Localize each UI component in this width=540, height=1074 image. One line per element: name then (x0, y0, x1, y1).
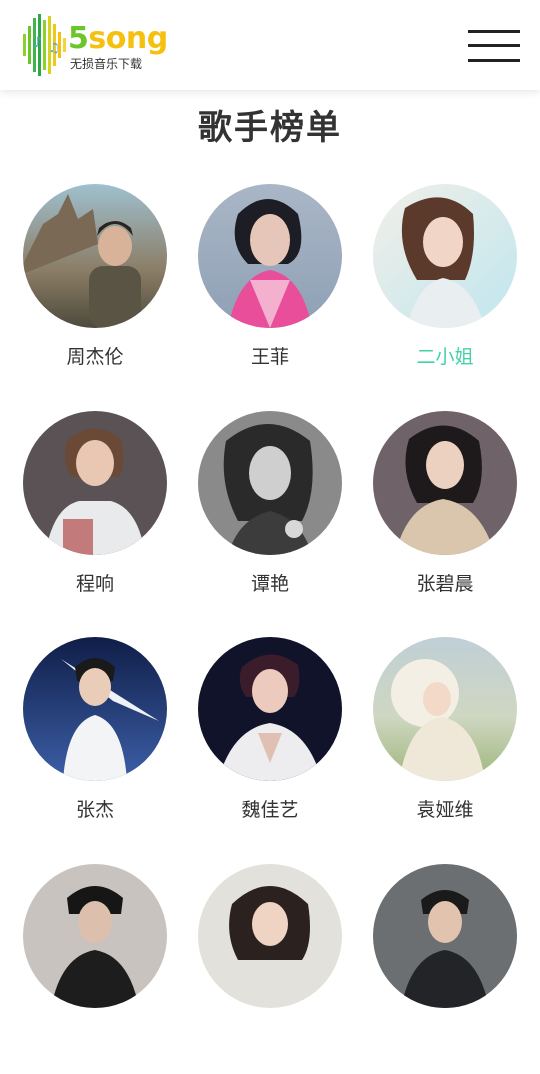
artist-name[interactable]: 王菲 (190, 345, 350, 369)
artist-avatar[interactable] (198, 637, 342, 781)
logo-equalizer-icon (23, 14, 66, 76)
artist-item[interactable]: 二小姐 (365, 184, 525, 394)
artist-photo (23, 637, 167, 781)
artist-item[interactable]: 魏佳艺 (190, 637, 350, 847)
artist-name[interactable]: 周杰伦 (15, 345, 175, 369)
artist-item[interactable]: 谭艳 (190, 411, 350, 621)
artist-name[interactable]: 袁娅维 (365, 798, 525, 822)
music-note-icon: ♪ (33, 35, 42, 51)
artist-item[interactable] (190, 864, 350, 1074)
artist-avatar[interactable] (23, 864, 167, 1008)
artist-avatar[interactable] (23, 411, 167, 555)
artist-name[interactable]: 二小姐 (365, 345, 525, 369)
artist-name[interactable]: 张杰 (15, 798, 175, 822)
artist-name[interactable]: 魏佳艺 (190, 798, 350, 822)
artist-photo (198, 864, 342, 1008)
artist-photo (373, 864, 517, 1008)
artist-photo (23, 411, 167, 555)
artist-photo (373, 411, 517, 555)
artist-item[interactable]: 程响 (15, 411, 175, 621)
artist-avatar[interactable] (23, 184, 167, 328)
hamburger-menu-icon[interactable] (466, 28, 522, 64)
menu-bar (468, 44, 520, 47)
artist-photo (373, 637, 517, 781)
logo-tagline: 无损音乐下载 (70, 57, 143, 71)
artist-name[interactable]: 张碧晨 (365, 572, 525, 596)
music-note-icon: ♫ (48, 41, 60, 56)
artist-avatar[interactable] (373, 637, 517, 781)
artist-name[interactable]: 程响 (15, 572, 175, 596)
artist-avatar[interactable] (198, 411, 342, 555)
artist-avatar[interactable] (198, 864, 342, 1008)
artist-item[interactable] (365, 864, 525, 1074)
page-title: 歌手榜单 (198, 108, 342, 148)
artist-avatar[interactable] (373, 864, 517, 1008)
artist-item[interactable]: 周杰伦 (15, 184, 175, 394)
artist-photo (23, 184, 167, 328)
artist-photo (198, 637, 342, 781)
logo-wordmark: 5song (68, 22, 168, 56)
artist-name[interactable]: 谭艳 (190, 572, 350, 596)
artist-item[interactable]: 张碧晨 (365, 411, 525, 621)
artist-photo (23, 864, 167, 1008)
logo-five: 5 (68, 21, 89, 56)
menu-bar (468, 59, 520, 62)
logo-song: song (88, 21, 168, 56)
artist-item[interactable]: 张杰 (15, 637, 175, 847)
artist-item[interactable]: 袁娅维 (365, 637, 525, 847)
artist-item[interactable]: 王菲 (190, 184, 350, 394)
artist-photo (198, 184, 342, 328)
artist-avatar[interactable] (198, 184, 342, 328)
menu-bar (468, 30, 520, 33)
artist-item[interactable] (15, 864, 175, 1074)
artist-avatar[interactable] (373, 184, 517, 328)
site-header: ♪ ♫ 5song 无损音乐下载 (0, 0, 540, 90)
artist-photo (198, 411, 342, 555)
artist-photo (373, 184, 517, 328)
artist-avatar[interactable] (23, 637, 167, 781)
artist-avatar[interactable] (373, 411, 517, 555)
site-logo[interactable]: ♪ ♫ 5song 无损音乐下载 (22, 12, 192, 78)
